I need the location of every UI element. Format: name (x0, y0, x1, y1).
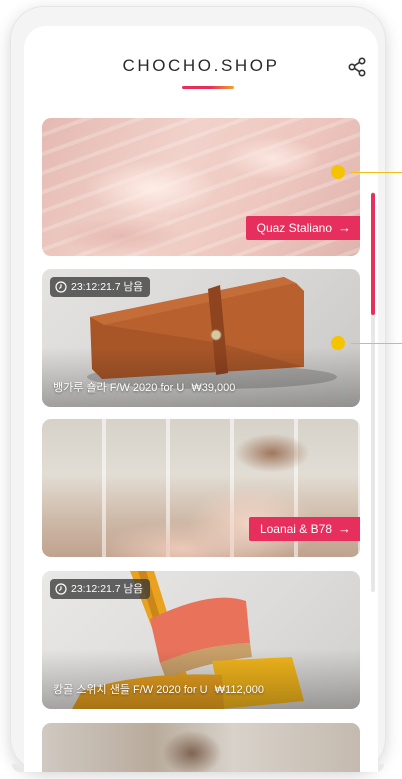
scrollbar-thumb[interactable] (371, 193, 375, 315)
annotation-marker (331, 336, 345, 350)
product-card-partial[interactable] (42, 723, 360, 772)
clock-icon (55, 583, 67, 595)
product-card-sandal[interactable]: 23:12:21.7 남음 캉골 스위치 샌들 F/W 2020 for U ₩… (42, 571, 360, 709)
annotation-line (351, 343, 402, 344)
product-caption: 캉골 스위치 샌들 F/W 2020 for U ₩112,000 (53, 681, 264, 697)
brand-card-loanai-b78[interactable]: Loanai & B78 → (42, 419, 360, 557)
product-name: 캉골 스위치 샌들 F/W 2020 for U (53, 684, 208, 696)
annotation-marker (331, 165, 345, 179)
brand-name: Loanai & B78 (259, 522, 332, 536)
product-name: 뱅가루 숄라 F/W 2020 for U (53, 382, 185, 394)
shop-title: CHOCHO.SHOP (122, 56, 280, 75)
product-caption: 뱅가루 숄라 F/W 2020 for U ₩39,000 (53, 379, 235, 395)
product-price: ₩39,000 (191, 382, 236, 394)
annotation-line (351, 172, 402, 173)
card-gradient (42, 649, 360, 709)
brand-card-quaz-staliano[interactable]: Quaz Staliano → (42, 118, 360, 256)
time-left-badge: 23:12:21.7 남음 (50, 579, 150, 599)
title-underline (182, 86, 234, 89)
time-left-text: 23:12:21.7 남음 (71, 281, 143, 293)
arrow-right-icon: → (338, 521, 351, 536)
next-product-photo (42, 723, 360, 772)
brand-name: Quaz Staliano (256, 221, 332, 235)
app-screen: CHOCHO.SHOP Quaz Staliano → 23:12:21.7 남… (24, 26, 378, 772)
brand-tag-button[interactable]: Loanai & B78 → (248, 517, 360, 541)
product-card-clutch[interactable]: 23:12:21.7 남음 뱅가루 숄라 F/W 2020 for U ₩39,… (42, 269, 360, 407)
app-viewport: CHOCHO.SHOP Quaz Staliano → 23:12:21.7 남… (0, 0, 402, 779)
brand-tag-button[interactable]: Quaz Staliano → (245, 216, 360, 240)
clock-icon (55, 281, 67, 293)
share-button[interactable] (346, 56, 368, 78)
time-left-badge: 23:12:21.7 남음 (50, 277, 150, 297)
time-left-text: 23:12:21.7 남음 (71, 583, 143, 595)
arrow-right-icon: → (338, 220, 351, 235)
product-price: ₩112,000 (214, 684, 264, 696)
share-icon (348, 57, 366, 77)
card-gradient (42, 347, 360, 407)
